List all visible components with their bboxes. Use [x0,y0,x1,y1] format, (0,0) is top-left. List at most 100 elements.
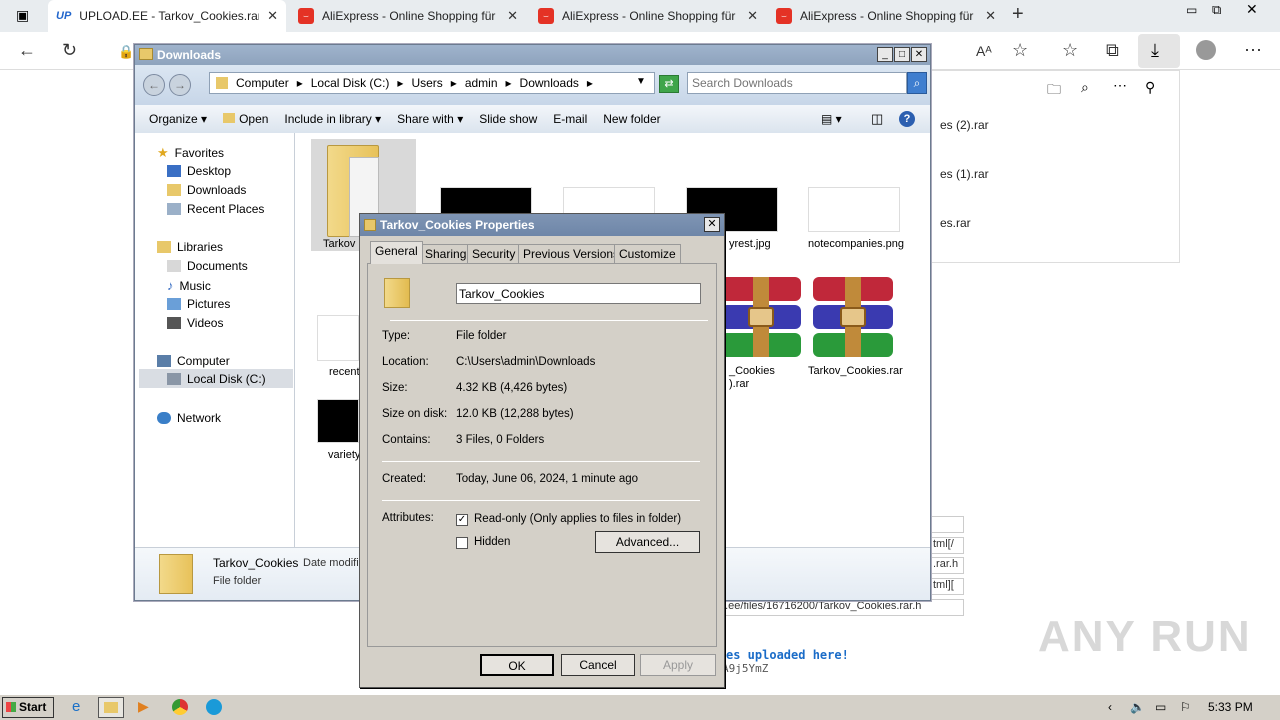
dialog-title-bar[interactable]: Tarkov_Cookies Properties [360,214,724,236]
nav-computer[interactable]: Computer [157,354,230,368]
minimize-icon[interactable]: ▭ [1186,3,1197,17]
read-aloud-icon[interactable]: Aᴬ [976,43,992,59]
more-icon[interactable]: ⋯ [1113,77,1127,94]
avatar[interactable] [1196,40,1216,60]
nav-desktop[interactable]: Desktop [167,164,231,178]
organize-button[interactable]: Organize ▾ [135,112,215,126]
refresh-icon[interactable]: ⇄ [659,75,679,93]
downloads-button[interactable]: ⤓ [1138,34,1180,68]
rar-archive-icon[interactable] [807,277,899,357]
breadcrumb[interactable]: Computer ▸ Local Disk (C:) ▸ Users ▸ admin ▸… [209,72,655,94]
apply-button[interactable]: Apply [640,654,716,676]
search-input[interactable] [687,72,907,94]
readonly-checkbox[interactable]: ✓ [456,514,468,526]
breadcrumb-admin[interactable]: admin [465,76,498,90]
tab-general[interactable]: General [370,241,423,264]
close-window-icon[interactable]: ✕ [1246,1,1258,18]
image-thumbnail-png[interactable] [808,187,900,232]
explorer-title-bar[interactable]: Downloads [135,45,930,65]
edge-icon[interactable] [206,699,222,715]
pin-icon[interactable]: ⚲ [1145,79,1155,96]
help-icon[interactable]: ? [899,111,915,127]
image-thumbnail[interactable] [317,399,359,443]
slide-show-button[interactable]: Slide show [471,112,545,126]
tab-uploadee[interactable]: UP UPLOAD.EE - Tarkov_Cookies.rar ✕ [48,0,286,32]
close-button[interactable]: ✕ [704,217,720,232]
back-icon[interactable]: ← [18,40,36,61]
close-icon[interactable]: ✕ [747,8,758,24]
breadcrumb-localdisk[interactable]: Local Disk (C:) [311,76,390,90]
nav-libraries[interactable]: Libraries [157,240,223,254]
code-field[interactable]: tml][ [930,578,964,595]
breadcrumb-computer[interactable]: Computer [236,76,289,90]
volume-icon[interactable]: 🔈 [1130,700,1145,714]
nav-videos[interactable]: Videos [167,316,223,330]
view-icon[interactable]: ▤ ▾ [821,112,842,126]
nav-downloads[interactable]: Downloads [167,183,246,197]
nav-network[interactable]: Network [157,411,221,425]
new-folder-button[interactable]: New folder [595,112,668,126]
search-icon[interactable]: ⌕ [907,72,927,94]
ok-button[interactable]: OK [480,654,554,676]
download-item[interactable]: es.rar [940,216,971,230]
media-player-icon[interactable]: ▶ [138,698,149,715]
name-field[interactable] [456,283,701,304]
new-tab-button[interactable]: + [1012,3,1024,26]
download-item[interactable]: es (2).rar [940,118,989,132]
collections-icon[interactable]: ⧉ [1106,40,1119,61]
close-icon[interactable]: ✕ [267,8,278,24]
maximize-button[interactable]: □ [894,47,910,62]
chevron-down-icon[interactable]: ▼ [636,76,646,87]
include-library-button[interactable]: Include in library ▾ [276,112,389,126]
nav-favorites[interactable]: ★ Favorites [157,145,224,161]
code-field[interactable]: tml[/ [930,537,964,554]
code-field[interactable]: d.ee/files/16716200/Tarkov_Cookies.rar.h [716,599,964,616]
close-icon[interactable]: ✕ [985,8,996,24]
tab-security[interactable]: Security [467,244,521,263]
close-icon[interactable]: ✕ [507,8,518,24]
breadcrumb-users[interactable]: Users [411,76,442,90]
tab-aliexpress-2[interactable]: ⌣ AliExpress - Online Shopping für ✕ [530,0,766,32]
breadcrumb-downloads[interactable]: Downloads [520,76,579,90]
add-favorite-icon[interactable]: ☆ [1012,40,1028,61]
nav-recent-places[interactable]: Recent Places [167,202,264,216]
nav-local-disk[interactable]: Local Disk (C:) [139,369,293,388]
more-icon[interactable]: ⋯ [1244,40,1262,61]
image-thumbnail[interactable] [317,315,359,361]
refresh-icon[interactable]: ↻ [62,40,77,61]
tab-actions-icon[interactable]: ▣ [16,7,29,24]
search-icon[interactable]: ⌕ [1081,79,1089,96]
tab-customize[interactable]: Customize [614,244,681,263]
forward-button[interactable]: → [169,74,191,96]
favorites-icon[interactable]: ☆ [1062,40,1078,61]
code-field[interactable]: .rar.h [930,557,964,574]
hidden-checkbox[interactable] [456,537,468,549]
nav-pictures[interactable]: Pictures [167,297,230,311]
download-item[interactable]: es (1).rar [940,167,989,181]
ie-icon[interactable]: e [72,698,80,715]
nav-music[interactable]: ♪ Music [167,278,211,293]
email-button[interactable]: E-mail [545,112,595,126]
preview-pane-icon[interactable]: ◫ [871,111,883,127]
uploaded-link[interactable]: es uploaded here! [726,648,849,662]
restore-icon[interactable]: ⧉ [1212,2,1221,18]
tab-aliexpress-3[interactable]: ⌣ AliExpress - Online Shopping für ✕ [768,0,1004,32]
chrome-icon[interactable] [172,699,188,715]
explorer-taskbar-button[interactable] [98,697,124,718]
tab-sharing[interactable]: Sharing [420,244,472,263]
start-button[interactable]: Start [2,697,54,718]
network-tray-icon[interactable]: ▭ [1155,700,1166,714]
rar-archive-icon[interactable] [715,277,807,357]
nav-documents[interactable]: Documents [167,259,248,273]
minimize-button[interactable]: _ [877,47,893,62]
share-with-button[interactable]: Share with ▾ [389,112,471,126]
open-button[interactable]: Open [215,112,276,126]
cancel-button[interactable]: Cancel [561,654,635,676]
chevron-up-icon[interactable]: ‹ [1108,700,1112,714]
tab-aliexpress-1[interactable]: ⌣ AliExpress - Online Shopping für ✕ [290,0,526,32]
advanced-button[interactable]: Advanced... [595,531,700,553]
code-field[interactable] [930,516,964,533]
close-button[interactable]: ✕ [911,47,927,62]
back-button[interactable]: ← [143,74,165,96]
tab-previous-versions[interactable]: Previous Versions [518,244,625,263]
